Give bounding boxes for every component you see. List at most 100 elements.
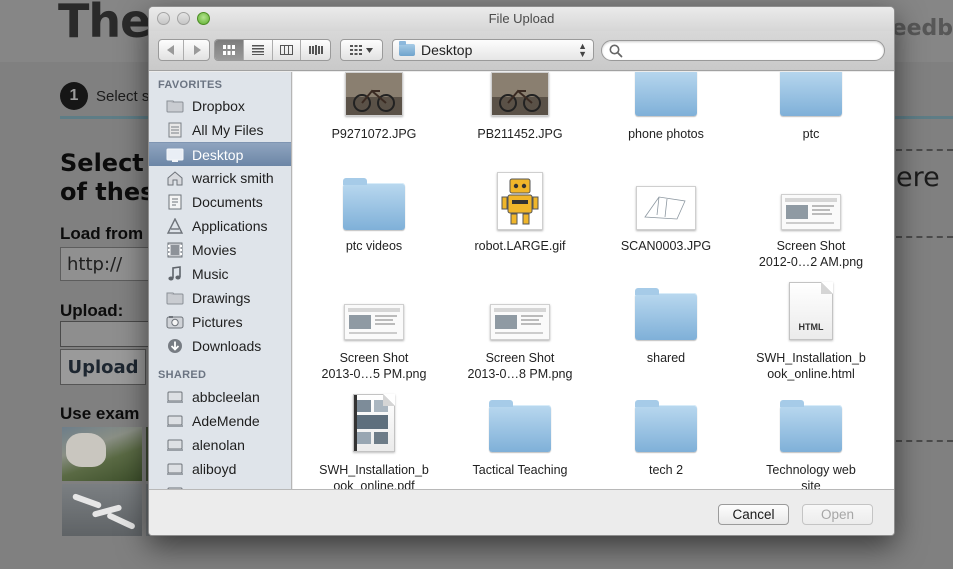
file-item-screen-shot-2012-0-2-am-png[interactable]: Screen Shot 2012-0…2 AM.png bbox=[738, 72, 884, 489]
location-popup[interactable]: Desktop ▲ ▼ bbox=[392, 39, 594, 61]
sidebar-item-abbcleelan[interactable]: abbcleelan bbox=[149, 385, 291, 409]
arrange-button-inner[interactable] bbox=[341, 40, 382, 60]
movies-icon bbox=[166, 242, 184, 258]
column-view-button[interactable] bbox=[273, 40, 302, 60]
file-item-ptc[interactable]: ptc bbox=[738, 72, 884, 489]
sidebar-item-music[interactable]: Music bbox=[149, 262, 291, 286]
search-field[interactable] bbox=[601, 40, 885, 61]
sidebar-item-pictures[interactable]: Pictures bbox=[149, 310, 291, 334]
file-name-label: Tactical Teaching bbox=[472, 463, 568, 477]
file-item-screen-shot-2013-0-8-pm-png[interactable]: Screen Shot 2013-0…8 PM.png bbox=[447, 72, 593, 489]
sidebar-item-applications[interactable]: Applications bbox=[149, 214, 291, 238]
dialog-footer: Cancel Open bbox=[149, 489, 894, 535]
list-view-button[interactable] bbox=[244, 40, 273, 60]
sidebar-item-aliboyd[interactable]: aliboyd bbox=[149, 457, 291, 481]
search-icon bbox=[609, 44, 623, 58]
file-item-tech-2[interactable]: tech 2 bbox=[593, 72, 739, 489]
site-logo: The bbox=[58, 0, 151, 48]
file-item-shared[interactable]: shared bbox=[593, 72, 739, 489]
file-name-label: tech 2 bbox=[648, 463, 684, 477]
computer-icon bbox=[166, 461, 184, 477]
file-name-line1: Technology web bbox=[766, 463, 856, 477]
plane-shape bbox=[71, 493, 103, 509]
step-indicator: 1 Select s bbox=[60, 82, 149, 110]
file-item-technology-web-site[interactable]: Technology web site bbox=[738, 72, 884, 489]
file-item-tactical-teaching[interactable]: Tactical Teaching bbox=[447, 72, 593, 489]
applications-icon bbox=[166, 218, 184, 234]
window-title: File Upload bbox=[488, 11, 555, 26]
folder-icon bbox=[166, 98, 184, 114]
screenshot-thumbnail-icon bbox=[344, 304, 404, 340]
all-files-icon bbox=[166, 122, 184, 138]
downloads-icon bbox=[168, 339, 182, 353]
file-item-phone-photos[interactable]: phone photos bbox=[593, 72, 739, 489]
sidebar-item-drawings[interactable]: Drawings bbox=[149, 286, 291, 310]
file-item-swh-installation-book-online-html[interactable]: HTML SWH_Installation_b ook_online.html bbox=[738, 72, 884, 489]
file-name-line1: Screen Shot bbox=[776, 239, 846, 253]
sidebar-item-label: Drawings bbox=[192, 290, 251, 306]
file-input[interactable] bbox=[60, 321, 160, 347]
sidebar-item-dropbox[interactable]: Dropbox bbox=[149, 94, 291, 118]
step-text: Select s bbox=[96, 87, 150, 105]
example-thumbnail-planes[interactable] bbox=[62, 484, 142, 536]
arrange-menu-button[interactable] bbox=[340, 39, 383, 61]
back-forward-control bbox=[158, 39, 210, 61]
back-button[interactable] bbox=[159, 40, 185, 60]
sidebar-item-all-my-files[interactable]: All My Files bbox=[149, 118, 291, 142]
file-name-label: Screen Shot 2013-0…5 PM.png bbox=[301, 350, 447, 382]
sidebar-item-documents[interactable]: Documents bbox=[149, 190, 291, 214]
sidebar-item-alenolan[interactable]: alenolan bbox=[149, 433, 291, 457]
cover-flow-button[interactable] bbox=[301, 40, 330, 60]
icon-view-icon bbox=[222, 45, 235, 55]
forward-arrow-icon bbox=[193, 45, 201, 55]
title-bar[interactable]: File Upload bbox=[149, 7, 894, 31]
computer-icon bbox=[166, 437, 184, 453]
file-type-label: HTML bbox=[798, 322, 824, 332]
file-item-pb211452-jpg[interactable]: PB211452.JPG bbox=[447, 72, 593, 489]
file-name-label: Screen Shot 2012-0…2 AM.png bbox=[738, 238, 884, 270]
scan-thumbnail-icon bbox=[636, 186, 696, 230]
cover-flow-icon bbox=[308, 45, 323, 55]
sidebar-item-ademende[interactable]: AdeMende bbox=[149, 409, 291, 433]
open-button[interactable]: Open bbox=[802, 504, 873, 525]
up-down-arrows-icon: ▲ ▼ bbox=[578, 41, 587, 59]
file-item-screen-shot-2013-0-5-pm-png[interactable]: Screen Shot 2013-0…5 PM.png bbox=[301, 72, 447, 489]
folder-icon bbox=[166, 100, 184, 113]
desktop-icon bbox=[166, 147, 184, 163]
documents-icon bbox=[168, 194, 182, 210]
forward-button[interactable] bbox=[184, 40, 209, 60]
folder-icon bbox=[343, 178, 405, 230]
upload-button[interactable]: Upload bbox=[60, 349, 146, 385]
file-item-p9271072-jpg[interactable]: P9271072.JPG bbox=[301, 72, 447, 489]
sidebar-item-movies[interactable]: Movies bbox=[149, 238, 291, 262]
file-name-label: shared bbox=[646, 351, 686, 365]
sidebar-item-warrick-smith[interactable]: warrick smith bbox=[149, 166, 291, 190]
sidebar-item-desktop[interactable]: Desktop bbox=[149, 142, 291, 166]
pictures-icon bbox=[166, 316, 184, 329]
file-name-label: Screen Shot 2013-0…8 PM.png bbox=[447, 350, 593, 382]
sidebar-item-downloads[interactable]: Downloads bbox=[149, 334, 291, 358]
file-item-swh-installation-book-online-pdf[interactable]: SWH_Installation_b ook_online.pdf bbox=[301, 72, 447, 489]
file-item-scan0003-jpg[interactable]: SCAN0003.JPG bbox=[593, 72, 739, 489]
favorites-heading: FAVORITES bbox=[158, 79, 223, 91]
folder-icon bbox=[780, 400, 842, 452]
music-icon bbox=[168, 266, 181, 281]
icon-view-button[interactable] bbox=[215, 40, 244, 60]
sidebar-item-partial[interactable] bbox=[149, 481, 291, 489]
computer-icon bbox=[166, 389, 184, 405]
home-icon bbox=[167, 171, 183, 186]
folder-icon bbox=[635, 400, 697, 452]
file-name-line2: ook_online.html bbox=[767, 367, 855, 381]
example-thumbnail-cow[interactable] bbox=[62, 427, 142, 481]
drop-zone-border-bottom bbox=[896, 440, 953, 442]
cow-shape bbox=[66, 433, 106, 467]
file-name-label: ptc bbox=[802, 127, 820, 141]
cancel-button[interactable]: Cancel bbox=[718, 504, 789, 525]
url-input[interactable]: http:// bbox=[60, 247, 160, 281]
file-item-robot-large-gif[interactable]: robot.LARGE.gif bbox=[447, 72, 593, 489]
computer-icon bbox=[167, 391, 183, 403]
folder-icon bbox=[489, 400, 551, 452]
desktop-icon bbox=[166, 148, 184, 162]
desktop-folder-icon bbox=[399, 41, 415, 56]
file-item-ptc-videos[interactable]: ptc videos bbox=[301, 72, 447, 489]
